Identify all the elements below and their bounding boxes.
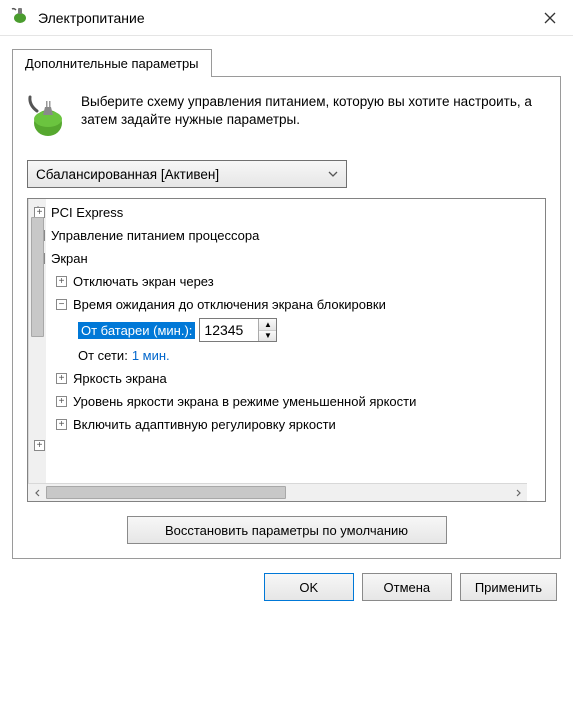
tree-item-plugged-in[interactable]: От сети: 1 мин. (28, 344, 527, 367)
settings-tree: + PCI Express + Управление питанием проц… (27, 198, 546, 502)
tab-advanced-settings[interactable]: Дополнительные параметры (12, 49, 212, 77)
restore-defaults-button[interactable]: Восстановить параметры по умолчанию (127, 516, 447, 544)
tree-item-turn-off-display[interactable]: + Отключать экран через (28, 270, 527, 293)
plugged-in-label: От сети: (78, 348, 128, 363)
on-battery-input[interactable] (200, 319, 258, 341)
power-icon (10, 6, 30, 29)
tab-panel: Выберите схему управления питанием, кото… (12, 76, 561, 559)
vertical-scrollbar[interactable] (28, 199, 46, 501)
on-battery-label: От батареи (мин.): (78, 322, 195, 339)
expand-icon[interactable]: + (56, 396, 67, 407)
scheme-selected-label: Сбалансированная [Активен] (36, 167, 219, 182)
spin-down-button[interactable]: ▼ (259, 331, 276, 342)
expand-icon[interactable]: + (56, 373, 67, 384)
power-scheme-select[interactable]: Сбалансированная [Активен] (27, 160, 347, 188)
instructions-text: Выберите схему управления питанием, кото… (81, 93, 546, 129)
window-title: Электропитание (38, 10, 145, 26)
scroll-left-arrow[interactable] (28, 484, 46, 501)
cancel-button[interactable]: Отмена (362, 573, 452, 601)
tree-item-cpu-power[interactable]: + Управление питанием процессора (28, 224, 527, 247)
ok-button[interactable]: OK (264, 573, 354, 601)
scroll-thumb[interactable] (31, 217, 44, 337)
horizontal-scrollbar[interactable] (28, 483, 527, 501)
tree-item-lock-screen-timeout[interactable]: − Время ожидания до отключения экрана бл… (28, 293, 527, 316)
tree-item-brightness[interactable]: + Яркость экрана (28, 367, 527, 390)
tree-item-dimmed-brightness[interactable]: + Уровень яркости экрана в режиме уменьш… (28, 390, 527, 413)
on-battery-spinner[interactable]: ▲ ▼ (199, 318, 277, 342)
dialog-footer: OK Отмена Применить (0, 559, 573, 615)
chevron-down-icon (328, 168, 338, 180)
tree-item-partial[interactable]: + (28, 436, 527, 455)
tree-item-pci-express[interactable]: + PCI Express (28, 201, 527, 224)
apply-button[interactable]: Применить (460, 573, 557, 601)
spin-up-button[interactable]: ▲ (259, 319, 276, 331)
expand-icon[interactable]: + (56, 419, 67, 430)
plugged-in-value: 1 мин. (132, 348, 170, 363)
tree-item-display[interactable]: − Экран (28, 247, 527, 270)
hscroll-thumb[interactable] (46, 486, 286, 499)
tree-item-on-battery[interactable]: От батареи (мин.): ▲ ▼ (28, 316, 527, 344)
scroll-right-arrow[interactable] (509, 484, 527, 501)
collapse-icon[interactable]: − (56, 299, 67, 310)
battery-plug-icon (27, 93, 69, 144)
titlebar: Электропитание (0, 0, 573, 36)
expand-icon[interactable]: + (56, 276, 67, 287)
tree-item-adaptive-brightness[interactable]: + Включить адаптивную регулировку яркост… (28, 413, 527, 436)
close-button[interactable] (527, 0, 573, 36)
